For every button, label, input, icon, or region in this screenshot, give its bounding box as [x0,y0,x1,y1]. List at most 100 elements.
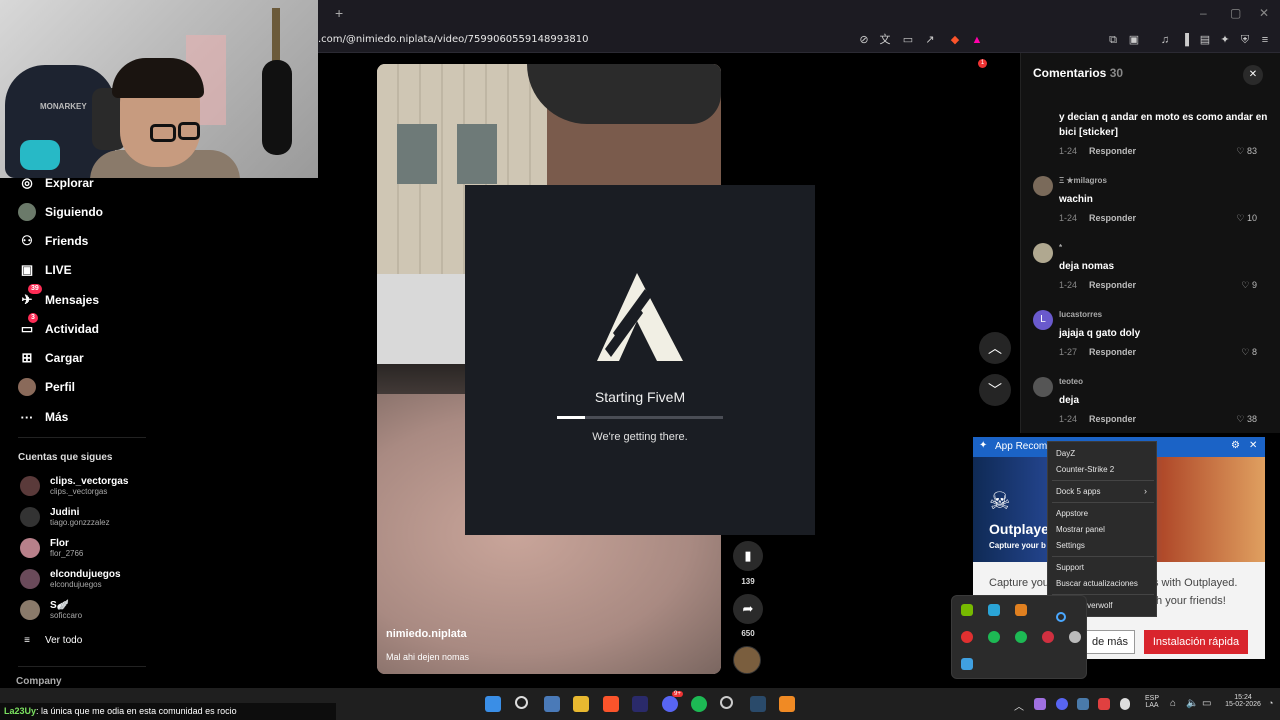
like-button[interactable]: ♡ 83 [1236,146,1257,157]
fivem-icon[interactable] [779,696,795,712]
reply-button[interactable]: Responder [1089,213,1136,223]
menu-item-dayz[interactable]: DayZ [1056,449,1075,458]
like-button[interactable]: ♡ 38 [1236,414,1257,425]
following-account[interactable]: clips._vectorgas clips._vectorgas [20,473,128,499]
tray-steam-icon[interactable] [1077,698,1089,710]
video-username[interactable]: nimiedo.niplata [386,628,467,640]
sidebar-item-perfil[interactable]: Perfil [18,376,75,398]
gallery-icon[interactable] [544,696,560,712]
comment-user[interactable]: teoteo [1059,377,1083,386]
menu-item-support[interactable]: Support [1056,563,1084,572]
app-icon[interactable] [1069,631,1081,643]
windows-start-icon[interactable] [485,696,501,712]
close-icon[interactable]: ✕ [1249,440,1257,451]
share-icon[interactable]: ↗ [923,33,937,47]
overwolf-icon[interactable] [961,631,973,643]
brave-shield-icon[interactable]: ◆ [948,33,962,47]
sidebar-item-siguiendo[interactable]: Siguiendo [18,201,103,223]
discord-icon[interactable] [662,696,678,712]
volume-icon[interactable]: 🔈 [1186,698,1198,709]
comment-user[interactable]: lucastorres [1059,310,1102,319]
menu-item-cs2[interactable]: Counter-Strike 2 [1056,465,1114,474]
obs-icon[interactable] [720,696,733,709]
reader-icon[interactable]: ▭ [901,33,915,47]
minimize-button[interactable]: – [1200,6,1207,20]
author-avatar[interactable] [733,646,761,674]
reply-button[interactable]: Responder [1089,146,1136,156]
spotify-icon[interactable] [988,631,1000,643]
sidebar-toggle-icon[interactable]: ▐ [1178,33,1192,47]
comment-user[interactable]: Ξ ★milagros [1059,176,1107,185]
previous-video-button[interactable]: ︿ [979,332,1011,364]
tray-icon[interactable] [1034,698,1046,710]
spotify-icon[interactable] [1015,631,1027,643]
search-icon[interactable] [515,696,528,709]
like-button[interactable]: ♡ 10 [1236,213,1257,224]
share-button[interactable]: ➦ [733,594,763,624]
file-explorer-icon[interactable] [573,696,589,712]
sidebar-item-cargar[interactable]: ⊞ Cargar [18,347,84,369]
brave-rewards-icon[interactable]: ▲ [970,33,984,47]
next-video-button[interactable]: ﹀ [979,374,1011,406]
vpn-icon[interactable]: ⛨ [1238,33,1252,47]
mute-icon[interactable]: ⊘ [857,33,871,47]
translate-icon[interactable]: 文 [878,33,892,47]
learn-more-button[interactable]: de más [1085,630,1135,654]
menu-icon[interactable]: ≡ [1258,33,1272,47]
close-window-button[interactable]: ✕ [1259,6,1269,20]
sidebar-item-mensajes[interactable]: ✈ 39 Mensajes [18,284,99,311]
leo-ai-icon[interactable]: ✦ [1218,33,1232,47]
menu-item-updates[interactable]: Buscar actualizaciones [1056,579,1138,588]
app-icon[interactable] [1015,604,1027,616]
following-account[interactable]: S🪽 soficcaro [20,597,82,623]
tray-discord-icon[interactable] [1056,698,1068,710]
nvidia-icon[interactable] [961,604,973,616]
app-icon[interactable] [1042,631,1054,643]
new-tab-button[interactable]: + [335,5,343,21]
chevron-up-icon[interactable]: ︿ [1014,698,1024,713]
following-account[interactable]: elcondujuegos elcondujuegos [20,566,121,592]
app-icon[interactable] [988,604,1000,616]
avatar[interactable]: L [1033,310,1053,330]
premiere-icon[interactable] [632,696,648,712]
menu-item-dock[interactable]: Dock 5 apps [1056,487,1100,496]
menu-item-appstore[interactable]: Appstore [1056,509,1088,518]
microphone-icon[interactable] [1120,698,1130,710]
maximize-button[interactable]: ▢ [1230,6,1241,20]
like-button[interactable]: ♡ 8 [1241,347,1257,358]
menu-item-settings[interactable]: Settings [1056,541,1085,550]
network-icon[interactable]: ⌂ [1170,698,1176,709]
avatar[interactable] [1033,377,1053,397]
following-account[interactable]: Flor flor_2766 [20,535,83,561]
see-all-link[interactable]: ≡ Ver todo [18,629,82,651]
reply-button[interactable]: Responder [1089,414,1136,424]
quick-install-button[interactable]: Instalación rápida [1144,630,1248,654]
sidebar-item-mas[interactable]: ··· Más [18,406,69,428]
reply-button[interactable]: Responder [1089,347,1136,357]
bookmark-button[interactable]: ▮ [733,541,763,571]
battery-icon[interactable]: ▭ [1202,698,1211,709]
following-account[interactable]: Judini tiago.gonzzzalez [20,504,110,530]
settings-icon[interactable]: ⚙ [1231,440,1240,451]
app-icon[interactable] [961,658,973,670]
close-comments-button[interactable]: ✕ [1243,65,1263,85]
comment-user[interactable]: * [1059,243,1062,252]
company-link[interactable]: Company [16,676,62,687]
sidebar-item-explorar[interactable]: ◎ Explorar [18,172,93,194]
avatar[interactable] [1033,243,1053,263]
notification-icon[interactable]: ◔ [1268,698,1273,708]
clock[interactable]: 15:24 15-02-2026 [1220,694,1266,708]
wallet-icon[interactable]: ▤ [1198,33,1212,47]
spotify-icon[interactable] [691,696,707,712]
url-field[interactable]: .com/@nimiedo.niplata/video/759906055914… [318,34,589,45]
reply-button[interactable]: Responder [1089,280,1136,290]
language-indicator[interactable]: ESP LAA [1140,695,1164,709]
avatar[interactable] [1033,176,1053,196]
brave-icon[interactable] [603,696,619,712]
sidebar-item-live[interactable]: ▣ LIVE [18,259,72,281]
music-icon[interactable]: ♫ [1158,33,1172,47]
steam-icon[interactable] [750,696,766,712]
extensions-icon[interactable]: ⧉ [1106,33,1120,47]
screenshot-icon[interactable]: ▣ [1127,33,1141,47]
sidebar-item-actividad[interactable]: ▭ 3 Actividad [18,313,99,340]
